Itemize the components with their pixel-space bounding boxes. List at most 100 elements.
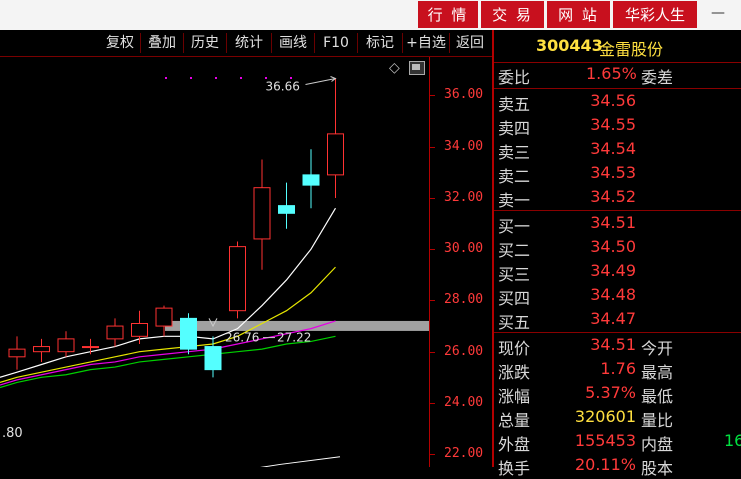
row-label: 买三 [498,265,531,284]
y-tick-label: 34.00 [444,138,484,154]
add-favorite-button[interactable]: +自选 [403,33,450,53]
overlay-button[interactable]: 叠加 [141,33,184,53]
high-label: 36.66 [266,80,300,94]
stock-header: 300443 金雷股份 [494,30,741,62]
y-tick-label: 30.00 [444,241,484,257]
stat-row-0: 现价 34.51 今开 [496,335,741,358]
candle-body [82,346,99,349]
divider [494,332,741,333]
y-tick [429,146,435,148]
candlestick-chart[interactable]: 36.66 26.76 27.22 .80 [0,57,440,467]
f10-button[interactable]: F10 [315,33,358,53]
buy-level-2: 买二 34.50 [496,237,741,260]
candle-body [33,346,50,353]
row-label: 卖四 [498,119,531,138]
marker-dot [240,77,242,79]
bottom-indicator-line [260,456,341,467]
row-label-2: 量比 [641,411,674,430]
high-arrow [305,78,336,86]
row-label: 外盘 [498,435,531,454]
row-value: 34.49 [590,261,636,280]
candle-body [204,346,222,371]
buy-level-5: 买五 34.47 [496,309,741,332]
candle-body [180,317,197,350]
history-button[interactable]: 历史 [184,33,227,53]
marker-dot [215,77,217,79]
row-value: 34.55 [590,115,636,134]
row-label-2: 内盘 [641,435,674,454]
buy-level-1: 买一 34.51 [496,213,741,236]
support-band [165,320,429,331]
row-value-2: 16 [724,431,741,450]
nav-trade[interactable]: 交 易 [481,1,544,28]
y-tick [429,300,435,302]
nav-quotes[interactable]: 行 情 [418,1,478,28]
candle-body [302,174,320,186]
panel-divider [492,30,494,467]
statistics-button[interactable]: 统计 [227,33,272,53]
candle-body [57,338,75,353]
row-label: 总量 [498,411,531,430]
top-bar: 行 情 交 易 网 站 华彩人生 — [0,0,741,30]
y-tick [429,249,435,251]
row-label-2: 最高 [641,363,674,382]
stock-code: 300443 [536,36,603,55]
row-value: 20.11% [574,455,636,474]
row-label: 现价 [498,339,531,358]
diamond-icon[interactable]: ◇ [389,60,400,76]
mark-button[interactable]: 标记 [358,33,403,53]
sell-level-2: 卖二 34.53 [496,163,741,186]
row-value: 34.56 [590,91,636,110]
divider [494,210,741,211]
divider [494,88,741,89]
divider [494,62,741,63]
candle-body [253,187,271,240]
minimize-icon[interactable]: — [706,5,730,25]
row-label: 换手 [498,459,531,478]
chart-toolbar: 复权 叠加 历史 统计 画线 F10 标记 +自选 返回 [0,30,492,57]
stat-row-1: 涨跌 1.76 最高 [496,359,741,382]
marker-dot [190,77,192,79]
restore-rights-button[interactable]: 复权 [100,33,141,53]
y-tick-label: 26.00 [444,343,484,359]
nav-huacai[interactable]: 华彩人生 [613,1,697,28]
stat-row-2: 涨幅 5.37% 最低 [496,383,741,406]
low-label-left: 26.76 [225,331,259,345]
row-label: 买五 [498,313,531,332]
sell-level-5: 卖五 34.56 [496,91,741,114]
stock-name: 金雷股份 [599,40,664,59]
buy-level-4: 买四 34.48 [496,285,741,308]
y-tick [429,402,435,404]
nav-website[interactable]: 网 站 [547,1,610,28]
y-tick [429,351,435,353]
candle-body [229,246,246,312]
row-value: 34.51 [590,213,636,232]
row-label: 卖二 [498,167,531,186]
stat-row-5: 换手 20.11% 股本 [496,455,741,478]
row-value: 5.37% [585,383,636,402]
stat-row-3: 总量 320601 量比 [496,407,741,430]
row-label: 买一 [498,217,531,236]
y-tick-label: 36.00 [444,87,484,103]
marker-dot [165,77,167,79]
row-label-2: 今开 [641,339,674,358]
row-value: 34.47 [590,309,636,328]
candle-body [155,307,173,327]
candle-body [106,325,124,340]
row-label: 卖三 [498,143,531,162]
back-button[interactable]: 返回 [450,33,490,53]
y-tick [429,454,435,456]
y-axis-line [429,57,430,467]
y-tick [429,197,435,199]
draw-line-button[interactable]: 画线 [272,33,315,53]
y-tick [429,95,435,97]
y-tick-label: 22.00 [444,446,484,462]
row-value: 34.50 [590,237,636,256]
row-value: 320601 [574,407,636,426]
row-value: 34.53 [590,163,636,182]
y-tick-label: 24.00 [444,394,484,410]
low-label-right: 27.22 [277,331,311,345]
sell-level-1: 卖一 34.52 [496,187,741,210]
row-label: 涨幅 [498,387,531,406]
panel-toggle-icon[interactable] [409,61,425,75]
